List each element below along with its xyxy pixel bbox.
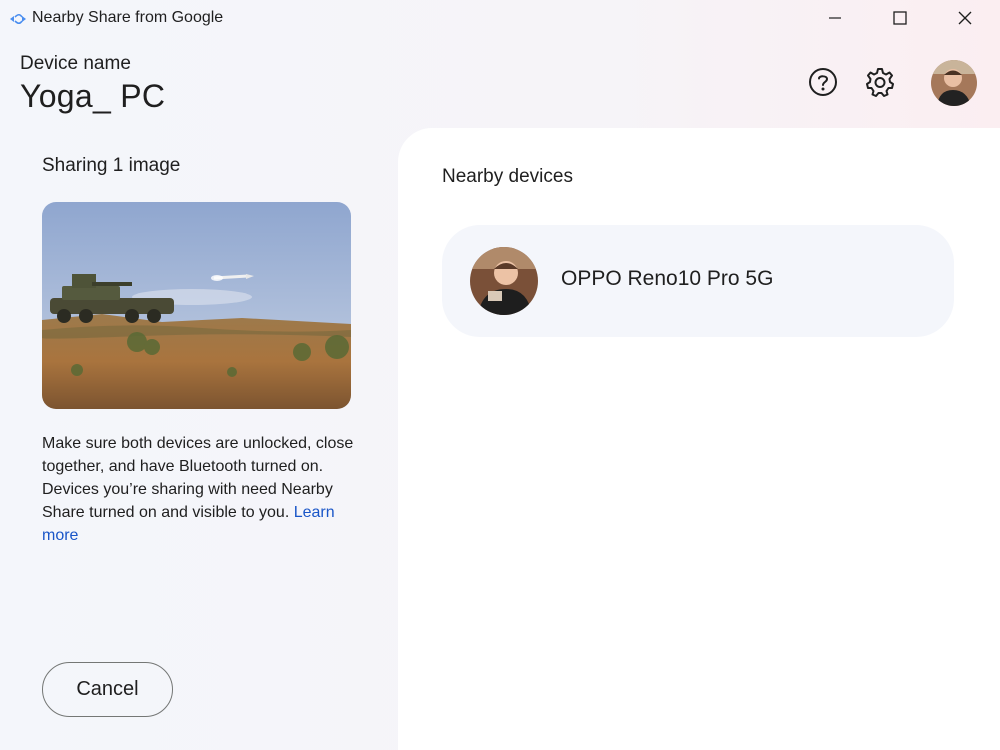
sharing-instructions: Make sure both devices are unlocked, clo… <box>42 432 362 547</box>
app-window: Nearby Share from Google Device name Yog… <box>0 0 1000 750</box>
help-button[interactable] <box>803 62 843 102</box>
nearby-share-app-icon <box>8 9 28 29</box>
nearby-device-card[interactable]: OPPO Reno10 Pro 5G <box>442 225 954 337</box>
settings-button[interactable] <box>860 62 900 102</box>
sharing-count-label: Sharing 1 image <box>42 155 181 176</box>
settings-gear-icon <box>866 68 894 97</box>
shared-image-thumbnail <box>42 202 351 409</box>
cancel-button[interactable]: Cancel <box>42 662 173 717</box>
share-details-panel: Device name Yoga_ PC Sharing 1 image Mak… <box>0 38 398 750</box>
account-avatar[interactable] <box>931 60 977 106</box>
device-name-label: Device name <box>20 53 131 74</box>
close-button[interactable] <box>942 0 988 36</box>
nearby-devices-panel: Nearby devices OPPO Reno10 Pro 5G <box>398 128 1000 750</box>
device-name-value: Yoga_ PC <box>20 78 166 114</box>
close-icon <box>958 11 972 25</box>
nearby-device-name: OPPO Reno10 Pro 5G <box>561 267 774 290</box>
device-avatar <box>470 247 538 315</box>
nearby-devices-heading: Nearby devices <box>442 166 573 187</box>
help-icon <box>809 68 837 96</box>
window-title: Nearby Share from Google <box>32 9 224 26</box>
title-bar: Nearby Share from Google <box>0 0 1000 38</box>
maximize-button[interactable] <box>877 0 923 36</box>
minimize-icon <box>829 17 841 19</box>
minimize-button[interactable] <box>812 0 858 36</box>
maximize-icon <box>893 11 907 25</box>
